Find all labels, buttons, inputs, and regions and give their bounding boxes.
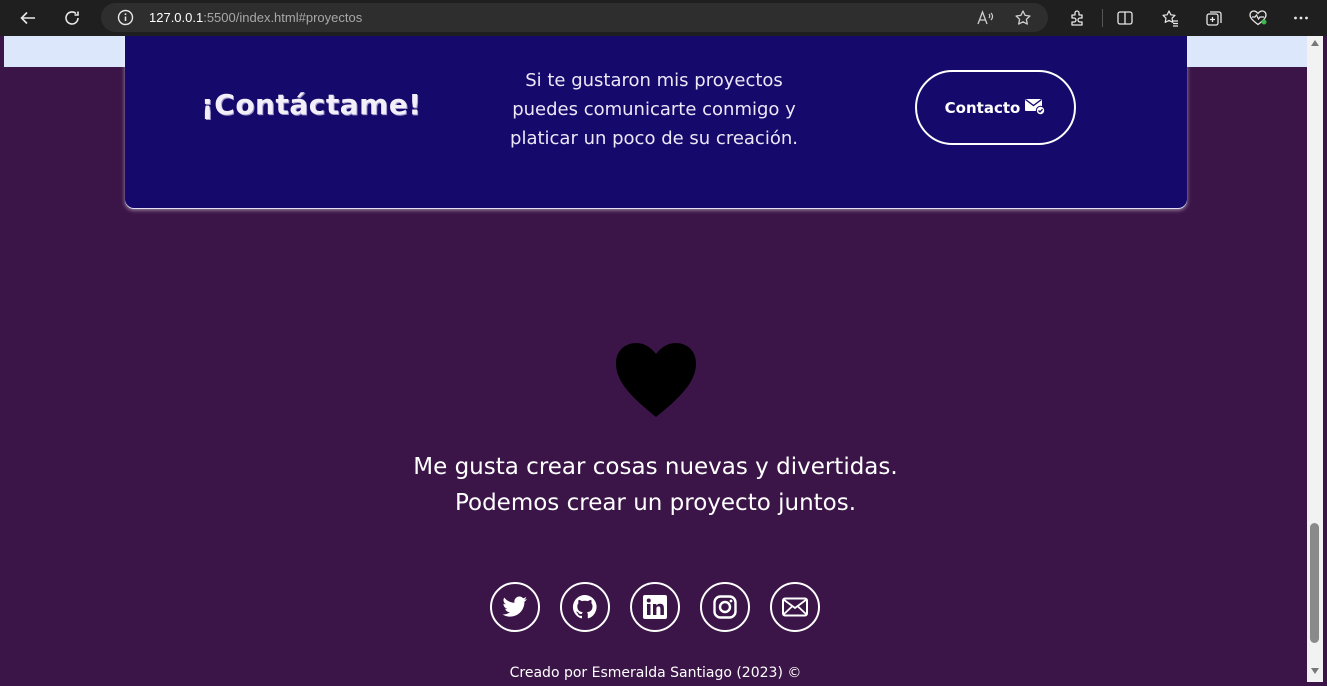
linkedin-icon	[643, 595, 667, 619]
toolbar-divider	[1102, 9, 1103, 27]
favorites-icon[interactable]	[1159, 7, 1181, 29]
scroll-thumb[interactable]	[1310, 523, 1319, 643]
contact-button[interactable]: Contacto	[915, 70, 1076, 145]
instagram-icon	[713, 595, 737, 619]
contact-card: ¡Contáctame! Si te gustaron mis proyecto…	[125, 36, 1187, 208]
star-icon[interactable]	[1013, 8, 1033, 28]
more-icon[interactable]	[1290, 7, 1312, 29]
footer-credit: Creado por Esmeralda Santiago (2023) ©	[509, 665, 802, 681]
contact-description: Si te gustaron mis proyectos puedes comu…	[510, 70, 798, 149]
contact-button-label: Contacto	[944, 98, 1021, 117]
github-icon	[572, 594, 597, 619]
refresh-icon[interactable]	[58, 4, 86, 32]
split-screen-icon[interactable]	[1114, 7, 1136, 29]
mail-icon	[782, 597, 808, 617]
health-icon[interactable]	[1247, 7, 1269, 29]
email-link[interactable]	[770, 582, 820, 632]
twitter-icon	[502, 596, 527, 617]
extensions-icon[interactable]	[1066, 7, 1088, 29]
collections-icon[interactable]	[1203, 7, 1225, 29]
info-icon[interactable]	[117, 9, 134, 26]
scroll-up-arrow[interactable]	[1311, 40, 1319, 46]
browser-toolbar: 127.0.0.1:5500/index.html#proyectos	[0, 0, 1327, 36]
mail-check-icon	[1024, 96, 1046, 120]
back-arrow-icon[interactable]	[14, 4, 42, 32]
scroll-down-arrow[interactable]	[1311, 668, 1319, 674]
url-text[interactable]: 127.0.0.1:5500/index.html#proyectos	[149, 9, 362, 26]
instagram-link[interactable]	[700, 582, 750, 632]
tagline-line-2: Podemos crear un proyecto juntos.	[454, 490, 857, 516]
heart-icon	[616, 343, 696, 417]
contact-title: ¡Contáctame!	[201, 88, 422, 121]
tagline-line-1: Me gusta crear cosas nuevas y divertidas…	[413, 454, 898, 480]
github-link[interactable]	[560, 582, 610, 632]
read-aloud-icon[interactable]	[975, 8, 995, 28]
twitter-link[interactable]	[490, 582, 540, 632]
social-links	[490, 582, 822, 634]
page-viewport: ¡Contáctame! Si te gustaron mis proyecto…	[4, 36, 1307, 682]
linkedin-link[interactable]	[630, 582, 680, 632]
address-bar[interactable]: 127.0.0.1:5500/index.html#proyectos	[101, 3, 1048, 32]
page-scrollbar[interactable]	[1307, 36, 1323, 682]
